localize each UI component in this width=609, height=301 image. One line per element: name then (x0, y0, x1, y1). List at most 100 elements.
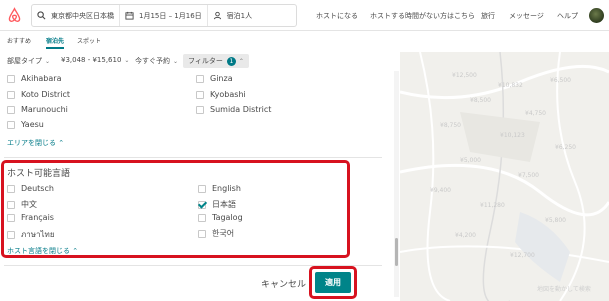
nav-help[interactable]: ヘルプ (557, 11, 578, 21)
nav-no-time-host[interactable]: ホストする時間がない方はこちら (370, 11, 475, 21)
checkbox[interactable] (7, 105, 15, 114)
scrollbar-thumb[interactable] (395, 238, 398, 266)
guests-field[interactable]: 宿泊1人 (208, 5, 257, 26)
room-type-label: 部屋タイプ (7, 57, 42, 65)
checkbox-label: 日本語 (212, 200, 236, 209)
tab-recommended[interactable]: おすすめ (7, 36, 31, 45)
apply-button[interactable]: 適用 (315, 272, 351, 293)
map-price[interactable]: ¥5,000 (460, 157, 481, 164)
close-areas-link[interactable]: エリアを閉じる ⌃ (7, 138, 64, 148)
map-price[interactable]: ¥4,750 (525, 110, 546, 117)
language-checkbox-english[interactable]: English (198, 184, 241, 193)
checkbox-checked[interactable] (198, 200, 206, 209)
checkbox-label: Kyobashi (210, 90, 246, 99)
checkbox-label: Sumida District (210, 105, 272, 114)
area-checkbox-koto[interactable]: Koto District (7, 90, 70, 99)
room-type-filter[interactable]: 部屋タイプ ⌄ (7, 56, 50, 66)
language-checkbox-japanese[interactable]: 日本語 (198, 199, 236, 210)
checkbox[interactable] (196, 105, 204, 114)
apply-button-highlight: 適用 (309, 266, 357, 299)
calendar-icon (125, 11, 134, 20)
area-checkbox-kyobashi[interactable]: Kyobashi (196, 90, 246, 99)
area-checkbox-ginza[interactable]: Ginza (196, 74, 233, 83)
dates-field[interactable]: 1月15日 – 1月16日 (120, 5, 208, 26)
checkbox[interactable] (198, 184, 206, 193)
map-price[interactable]: ¥10,123 (500, 132, 525, 139)
map-price[interactable]: ¥7,500 (518, 172, 539, 179)
category-tabs: おすすめ 宿泊先 スポット (0, 31, 400, 51)
price-label: ¥3,048 - ¥15,610 (61, 56, 122, 64)
search-as-map-moves-toggle[interactable]: 地図を動かして検索 (537, 284, 591, 293)
checkbox-label: Ginza (210, 74, 233, 83)
chevron-down-icon: ⌄ (45, 57, 51, 65)
close-languages-label: ホスト言語を閉じる (7, 247, 70, 255)
chevron-up-icon: ⌃ (58, 139, 65, 147)
checkbox[interactable] (7, 213, 15, 222)
tab-spots[interactable]: スポット (77, 36, 101, 45)
language-checkbox-tagalog[interactable]: Tagalog (198, 213, 243, 222)
nav-messages[interactable]: メッセージ (509, 11, 544, 21)
chevron-down-icon: ⌄ (124, 56, 130, 64)
airbnb-logo-icon[interactable] (6, 7, 23, 24)
checkbox-label: Akihabara (21, 74, 62, 83)
close-languages-link[interactable]: ホスト言語を閉じる ⌃ (7, 246, 78, 256)
map-price[interactable]: ¥8,750 (440, 122, 461, 129)
map-price[interactable]: ¥8,500 (470, 97, 491, 104)
language-checkbox-french[interactable]: Français (7, 213, 54, 222)
area-checkbox-yaesu[interactable]: Yaesu (7, 120, 44, 129)
checkbox[interactable] (7, 230, 15, 239)
search-icon (37, 11, 46, 20)
guests-text: 宿泊1人 (226, 11, 253, 20)
cancel-button[interactable]: キャンセル (261, 277, 306, 290)
area-checkbox-marunouchi[interactable]: Marunouchi (7, 105, 68, 114)
checkbox[interactable] (198, 213, 206, 222)
map-price[interactable]: ¥6,500 (550, 77, 571, 84)
search-bar[interactable]: 東京都中央区日本橋 1月15日 – 1月16日 宿泊1人 (31, 4, 297, 27)
map-price[interactable]: ¥6,250 (555, 144, 576, 151)
language-checkbox-korean[interactable]: 한국어 (198, 228, 234, 239)
map-price[interactable]: ¥4,200 (455, 232, 476, 239)
checkbox[interactable] (7, 120, 15, 129)
checkbox-label: Français (21, 213, 54, 222)
map-price[interactable]: ¥11,280 (480, 202, 505, 209)
nav-become-host[interactable]: ホストになる (316, 11, 358, 21)
checkbox[interactable] (196, 90, 204, 99)
close-areas-label: エリアを閉じる (7, 139, 56, 147)
checkbox[interactable] (196, 74, 204, 83)
instant-book-filter[interactable]: 今すぐ予約 ⌄ (135, 56, 178, 66)
map-price[interactable]: ¥10,832 (498, 82, 523, 89)
area-checkbox-akihabara[interactable]: Akihabara (7, 74, 61, 83)
checkbox[interactable] (198, 229, 206, 238)
map-price[interactable]: ¥12,700 (510, 252, 535, 259)
map-panel[interactable]: ¥12,500 ¥10,832 ¥6,500 ¥8,500 ¥4,750 ¥8,… (400, 52, 609, 301)
checkbox[interactable] (7, 90, 15, 99)
checkbox-label: Marunouchi (21, 105, 68, 114)
filter-count-badge: 1 (226, 56, 236, 66)
avatar[interactable] (589, 8, 604, 23)
more-filters-button[interactable]: フィルター 1 ⌃ (183, 54, 249, 68)
price-filter[interactable]: ¥3,048 - ¥15,610 ⌄ (61, 56, 129, 64)
map-price[interactable]: ¥9,400 (430, 187, 451, 194)
location-field[interactable]: 東京都中央区日本橋 (32, 5, 120, 26)
checkbox[interactable] (7, 200, 15, 209)
checkbox[interactable] (7, 184, 15, 193)
map-roads (400, 52, 609, 301)
checkbox-label: 中文 (21, 200, 37, 209)
language-checkbox-thai[interactable]: ภาษาไทย (7, 228, 55, 241)
tab-stays[interactable]: 宿泊先 (46, 36, 65, 49)
filter-bar: 部屋タイプ ⌄ ¥3,048 - ¥15,610 ⌄ 今すぐ予約 ⌄ フィルター 1 ⌃ (0, 52, 400, 72)
nav-trips[interactable]: 旅行 (481, 11, 495, 21)
guests-icon (213, 11, 221, 20)
area-checkbox-sumida[interactable]: Sumida District (196, 105, 271, 114)
checkbox-label: Tagalog (212, 213, 243, 222)
map-price[interactable]: ¥5,800 (545, 217, 566, 224)
checkbox-label: 한국어 (212, 229, 235, 238)
top-header: 東京都中央区日本橋 1月15日 – 1月16日 宿泊1人 ホストになる ホストす… (0, 0, 609, 31)
map-price[interactable]: ¥12,500 (452, 72, 477, 79)
divider (4, 157, 382, 158)
checkbox[interactable] (7, 74, 15, 83)
language-checkbox-deutsch[interactable]: Deutsch (7, 184, 54, 193)
checkbox-label: Koto District (21, 90, 71, 99)
host-language-title: ホスト可能言語 (7, 169, 71, 179)
language-checkbox-chinese[interactable]: 中文 (7, 199, 37, 210)
